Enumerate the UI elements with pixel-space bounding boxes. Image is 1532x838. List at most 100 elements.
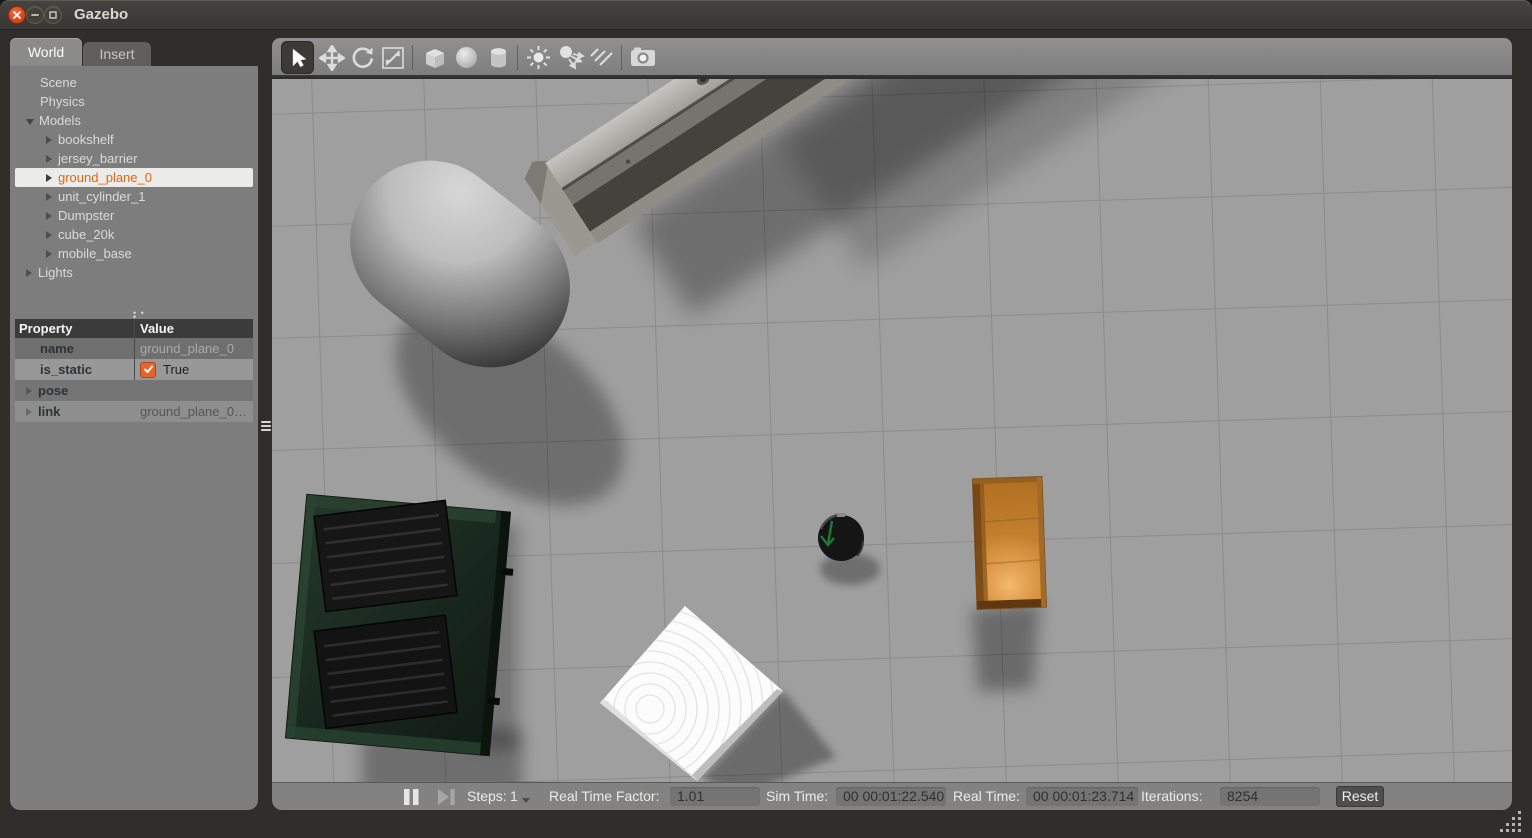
scale-arrows-icon — [380, 45, 406, 71]
titlebar: Gazebo — [0, 0, 1532, 30]
collapsed-arrow-icon[interactable] — [26, 387, 32, 395]
screenshot-button[interactable] — [628, 43, 657, 72]
cylinder-icon — [485, 44, 512, 71]
is-static-checkbox[interactable] — [140, 362, 156, 378]
collapsed-arrow-icon[interactable] — [46, 174, 52, 182]
camera-icon — [629, 44, 657, 71]
property-row-is-static[interactable]: is_static True — [15, 359, 253, 380]
tree-item-lights[interactable]: Lights — [26, 263, 73, 282]
reset-button[interactable]: Reset — [1336, 786, 1384, 807]
property-column-header: Property — [19, 321, 72, 336]
tree-item-scene[interactable]: Scene — [40, 73, 77, 92]
property-row-link[interactable]: link ground_plane_0… — [15, 401, 253, 422]
maximize-icon — [48, 10, 58, 20]
property-value-name: ground_plane_0 — [140, 341, 234, 356]
property-value-is-static: True — [163, 362, 189, 377]
tree-item-models[interactable]: Models — [26, 111, 81, 130]
tree-item-mobile-base[interactable]: mobile_base — [46, 244, 132, 263]
rtf-label: Real Time Factor: — [549, 788, 659, 804]
scale-tool-button[interactable] — [378, 43, 407, 72]
translate-tool-button[interactable] — [317, 43, 346, 72]
tab-insert[interactable]: Insert — [83, 42, 151, 66]
model-bookshelf[interactable] — [973, 477, 1046, 609]
insert-cylinder-button[interactable] — [484, 43, 513, 72]
rotate-arrows-icon — [350, 45, 376, 71]
window-title: Gazebo — [74, 6, 128, 23]
close-button[interactable] — [8, 6, 26, 24]
sim-time-label: Sim Time: — [766, 788, 828, 804]
real-time-field[interactable]: 00 00:01:23.714 — [1026, 787, 1138, 806]
tree-item-unit-cylinder-1[interactable]: unit_cylinder_1 — [46, 187, 145, 206]
minimize-icon — [30, 10, 40, 20]
rtf-field[interactable]: 1.01 — [670, 787, 760, 806]
check-icon — [143, 364, 154, 375]
collapsed-arrow-icon[interactable] — [26, 408, 32, 416]
tree-item-dumpster[interactable]: Dumpster — [46, 206, 114, 225]
collapsed-arrow-icon[interactable] — [46, 250, 52, 258]
spot-light-button[interactable] — [556, 43, 585, 72]
expanded-arrow-icon[interactable] — [26, 119, 34, 125]
render-viewport[interactable] — [272, 79, 1512, 782]
iterations-field[interactable]: 8254 — [1220, 787, 1320, 806]
step-button[interactable] — [437, 789, 456, 810]
sim-time-field[interactable]: 00 00:01:22.540 — [836, 787, 946, 806]
tree-item-cube-20k[interactable]: cube_20k — [46, 225, 114, 244]
property-value-link: ground_plane_0… — [140, 404, 247, 419]
tree-item-ground-plane-0[interactable]: ground_plane_0 — [15, 168, 253, 187]
pause-icon — [403, 789, 420, 805]
render-toolbar — [272, 38, 1512, 77]
collapsed-arrow-icon[interactable] — [46, 193, 52, 201]
gazebo-window: Gazebo World Insert Scene Physics Models… — [0, 0, 1532, 838]
steps-value[interactable]: 1 — [510, 788, 518, 804]
maximize-button[interactable] — [44, 6, 62, 24]
resize-grip[interactable] — [1498, 811, 1524, 833]
model-dumpster[interactable] — [281, 488, 519, 756]
box-icon — [421, 44, 448, 71]
minimize-button[interactable] — [26, 6, 44, 24]
iterations-label: Iterations: — [1141, 788, 1202, 804]
tab-world[interactable]: World — [10, 38, 82, 66]
sphere-icon — [453, 44, 480, 71]
cursor-arrow-icon — [287, 47, 309, 69]
value-column-header: Value — [140, 321, 174, 336]
tree-item-physics[interactable]: Physics — [40, 92, 85, 111]
directional-light-icon — [588, 44, 616, 71]
pause-button[interactable] — [403, 789, 420, 810]
toolbar-separator — [621, 45, 622, 70]
column-divider[interactable] — [134, 319, 135, 338]
model-jersey-barrier[interactable] — [519, 79, 1191, 397]
tree-item-jersey-barrier[interactable]: jersey_barrier — [46, 149, 137, 168]
collapsed-arrow-icon[interactable] — [46, 212, 52, 220]
collapsed-arrow-icon[interactable] — [46, 231, 52, 239]
tree-item-bookshelf[interactable]: bookshelf — [46, 130, 114, 149]
panel-splitter-handle[interactable] — [260, 419, 272, 433]
toolbar-separator — [412, 45, 413, 70]
real-time-label: Real Time: — [953, 788, 1020, 804]
scene-canvas[interactable] — [272, 79, 1512, 782]
model-mobile-base[interactable] — [818, 513, 864, 561]
property-row-name[interactable]: name ground_plane_0 — [15, 338, 253, 359]
world-panel: Scene Physics Models bookshelf jersey_ba… — [10, 66, 258, 810]
insert-sphere-button[interactable] — [452, 43, 481, 72]
select-tool-button[interactable] — [281, 41, 314, 74]
move-arrows-icon — [319, 45, 345, 71]
collapsed-arrow-icon[interactable] — [46, 155, 52, 163]
property-row-pose[interactable]: pose — [15, 380, 253, 401]
point-light-button[interactable] — [524, 43, 553, 72]
screen: Gazebo World Insert Scene Physics Models… — [0, 0, 1532, 838]
toolbar-separator — [517, 45, 518, 70]
rotate-tool-button[interactable] — [348, 43, 377, 72]
property-grid-header: Property Value — [15, 319, 253, 338]
point-light-icon — [525, 44, 552, 71]
steps-label: Steps: — [467, 788, 507, 804]
steps-spinner-arrow[interactable] — [522, 798, 530, 803]
collapsed-arrow-icon[interactable] — [46, 136, 52, 144]
close-icon — [12, 10, 22, 20]
insert-box-button[interactable] — [420, 43, 449, 72]
step-forward-icon — [437, 789, 456, 805]
simulation-statusbar: Steps: 1 Real Time Factor: 1.01 Sim Time… — [272, 782, 1512, 810]
collapsed-arrow-icon[interactable] — [26, 269, 32, 277]
bookshelf-shadow — [972, 603, 1040, 691]
directional-light-button[interactable] — [587, 43, 616, 72]
column-resize-handle[interactable]: • • • — [133, 311, 147, 315]
